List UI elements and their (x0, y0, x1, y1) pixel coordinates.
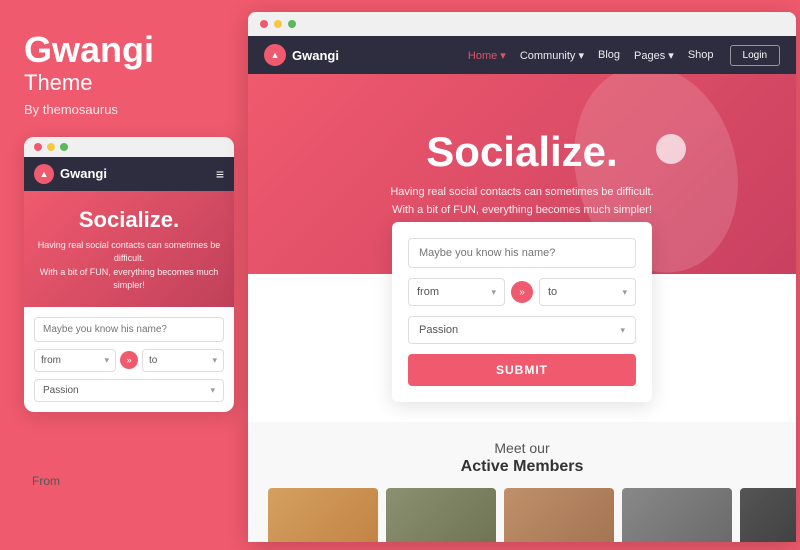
mobile-preview-card: Gwangi ≡ Socialize. Having real social c… (24, 137, 234, 412)
hamburger-icon[interactable]: ≡ (216, 166, 224, 182)
search-form-card: from ▾ » to ▾ Passion ▾ SUBMIT (392, 222, 652, 402)
desktop-chevron-to: ▾ (622, 287, 627, 298)
mobile-logo-icon (34, 164, 54, 184)
mobile-hero-text: Having real social contacts can sometime… (36, 239, 222, 293)
hero-subtitle-line2: With a bit of FUN, everything becomes mu… (392, 204, 652, 216)
chevron-down-icon: ▾ (104, 355, 109, 366)
mobile-logo-text: Gwangi (60, 166, 107, 181)
desktop-dot-yellow (274, 20, 282, 28)
member-photo-3[interactable] (504, 488, 614, 542)
member-photo-4[interactable] (622, 488, 732, 542)
mobile-dots-bar (24, 137, 234, 157)
desktop-dot-red (260, 20, 268, 28)
nav-link-shop[interactable]: Shop (688, 49, 714, 61)
desktop-chevron-from: ▾ (491, 287, 496, 298)
mobile-logo: Gwangi (34, 164, 107, 184)
mobile-from-select[interactable]: from ▾ (34, 349, 116, 372)
chevron-down-icon-2: ▾ (212, 355, 217, 366)
mobile-passion-label: Passion (43, 385, 79, 396)
dot-yellow (47, 143, 55, 151)
brand-subtitle: Theme (24, 70, 224, 96)
desktop-nav-links: Home ▾ Community ▾ Blog Pages ▾ Shop (468, 49, 714, 62)
dot-red (34, 143, 42, 151)
mobile-hero: Socialize. Having real social contacts c… (24, 191, 234, 307)
nav-link-home[interactable]: Home ▾ (468, 49, 506, 62)
desktop-nav: Gwangi Home ▾ Community ▾ Blog Pages ▾ S… (248, 36, 796, 74)
desktop-logo-icon (264, 44, 286, 66)
mobile-age-row: from ▾ » to ▾ (34, 349, 224, 372)
desktop-passion-label: Passion (419, 324, 458, 336)
dot-green (60, 143, 68, 151)
desktop-to-select[interactable]: to ▾ (539, 278, 636, 306)
desktop-age-row: from ▾ » to ▾ (408, 278, 636, 306)
member-photo-2[interactable] (386, 488, 496, 542)
member-photo-1[interactable] (268, 488, 378, 542)
mobile-name-input[interactable] (34, 317, 224, 342)
desktop-name-input[interactable] (408, 238, 636, 268)
member-photo-5[interactable] (740, 488, 796, 542)
desktop-arrow-button[interactable]: » (511, 281, 533, 303)
mobile-from-label: from (41, 355, 61, 366)
desktop-logo: Gwangi (264, 44, 339, 66)
mobile-passion-select[interactable]: Passion ▾ (34, 379, 224, 402)
mobile-to-label: to (149, 355, 157, 366)
submit-button[interactable]: SUBMIT (408, 354, 636, 386)
from-label: From (32, 474, 60, 488)
members-title: Meet our (268, 440, 776, 456)
desktop-hero-subtitle: Having real social contacts can sometime… (390, 184, 653, 219)
brand-title: Gwangi (24, 30, 224, 70)
hero-circle (656, 134, 686, 164)
desktop-hero-title: Socialize. (426, 128, 617, 176)
desktop-passion-select[interactable]: Passion ▾ (408, 316, 636, 344)
mobile-nav: Gwangi ≡ (24, 157, 234, 191)
mobile-form: from ▾ » to ▾ Passion ▾ (24, 307, 234, 412)
desktop-chevron-passion: ▾ (620, 325, 625, 336)
desktop-preview: Gwangi Home ▾ Community ▾ Blog Pages ▾ S… (248, 12, 796, 542)
hero-subtitle-line1: Having real social contacts can sometime… (390, 186, 653, 198)
desktop-logo-text: Gwangi (292, 48, 339, 63)
members-row (268, 488, 776, 542)
desktop-to-label: to (548, 286, 557, 298)
mobile-hero-title: Socialize. (36, 207, 222, 233)
desktop-dots-bar (248, 12, 796, 36)
left-panel: Gwangi Theme By themosaurus Gwangi ≡ Soc… (0, 0, 248, 550)
nav-link-community[interactable]: Community ▾ (520, 49, 584, 62)
nav-link-blog[interactable]: Blog (598, 49, 620, 61)
chevron-down-icon-3: ▾ (210, 385, 215, 396)
desktop-from-select[interactable]: from ▾ (408, 278, 505, 306)
mobile-to-select[interactable]: to ▾ (142, 349, 224, 372)
members-section: Meet our Active Members (248, 422, 796, 542)
members-subtitle: Active Members (268, 458, 776, 476)
nav-link-pages[interactable]: Pages ▾ (634, 49, 674, 62)
login-button[interactable]: Login (730, 45, 780, 66)
desktop-dot-green (288, 20, 296, 28)
brand-by: By themosaurus (24, 102, 224, 117)
desktop-from-label: from (417, 286, 439, 298)
mobile-arrow-button[interactable]: » (120, 351, 138, 369)
